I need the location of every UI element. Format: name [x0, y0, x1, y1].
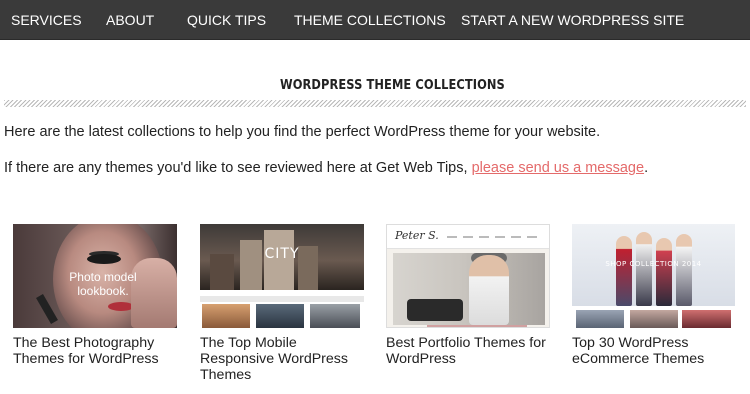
intro-text: Here are the latest collections to help … — [4, 124, 601, 140]
site-logo: Peter S. — [395, 229, 439, 242]
thumbnail-overlay-text: Photo model lookbook. — [69, 270, 137, 298]
product-tile — [576, 310, 624, 328]
portfolio-photo — [393, 253, 545, 325]
fashion-model-image — [616, 236, 632, 306]
collection-card-portfolio: Peter S. Best Portfolio Themes for WordP… — [386, 224, 554, 367]
card-title-link[interactable]: The Best Photography Themes for WordPres… — [13, 335, 181, 367]
nav-start-new-wordpress-site[interactable]: START A NEW WORDPRESS SITE — [461, 0, 684, 40]
top-navigation: SERVICES ABOUT QUICK TIPS THEME COLLECTI… — [0, 0, 750, 40]
product-tile — [682, 310, 731, 328]
gallery-menu-strip — [200, 296, 364, 302]
gallery-image — [310, 304, 360, 328]
thumbnail-overlay-text: SHOP COLLECTION 2014 — [605, 260, 702, 268]
send-message-link[interactable]: please send us a message — [472, 160, 645, 176]
request-text-prefix: If there are any themes you'd like to se… — [4, 160, 472, 176]
collection-card-mobile-responsive: CITY The Top Mobile Responsive WordPress… — [200, 224, 368, 383]
photography-thumbnail[interactable]: Photo model lookbook. — [13, 224, 177, 328]
nav-quick-tips[interactable]: QUICK TIPS — [187, 0, 266, 40]
gallery-image — [256, 304, 304, 328]
shop-hero-image: SHOP COLLECTION 2014 — [572, 224, 735, 306]
thumbnail-overlay-text: CITY — [264, 246, 300, 262]
site-header-bar: Peter S. — [387, 225, 549, 249]
man-image — [469, 255, 509, 325]
ecommerce-thumbnail[interactable]: SHOP COLLECTION 2014 — [572, 224, 735, 328]
card-title-link[interactable]: Top 30 WordPress eCommerce Themes — [572, 335, 740, 367]
section-title: WORDPRESS THEME COLLECTIONS — [280, 78, 505, 93]
portfolio-thumbnail[interactable]: Peter S. — [386, 224, 550, 328]
fashion-model-image — [636, 232, 652, 306]
caption-line — [427, 325, 527, 327]
collection-card-ecommerce: SHOP COLLECTION 2014 Top 30 WordPress eC… — [572, 224, 740, 367]
title-divider — [4, 100, 746, 107]
request-text: If there are any themes you'd like to se… — [4, 160, 648, 176]
typewriter-image — [407, 299, 463, 321]
fashion-model-image — [676, 234, 692, 306]
mobile-responsive-thumbnail[interactable]: CITY — [200, 224, 364, 328]
site-menu-lines — [447, 236, 543, 238]
card-title-link[interactable]: The Top Mobile Responsive WordPress Them… — [200, 335, 368, 383]
nav-services[interactable]: SERVICES — [11, 0, 82, 40]
card-title-link[interactable]: Best Portfolio Themes for WordPress — [386, 335, 554, 367]
gallery-image — [202, 304, 250, 328]
fashion-model-image — [656, 238, 672, 306]
nav-about[interactable]: ABOUT — [106, 0, 154, 40]
nav-theme-collections[interactable]: THEME COLLECTIONS — [294, 0, 446, 40]
product-tile — [630, 310, 678, 328]
request-text-suffix: . — [644, 160, 649, 176]
collection-card-photography: Photo model lookbook. The Best Photograp… — [13, 224, 181, 367]
eye-image — [87, 254, 121, 264]
